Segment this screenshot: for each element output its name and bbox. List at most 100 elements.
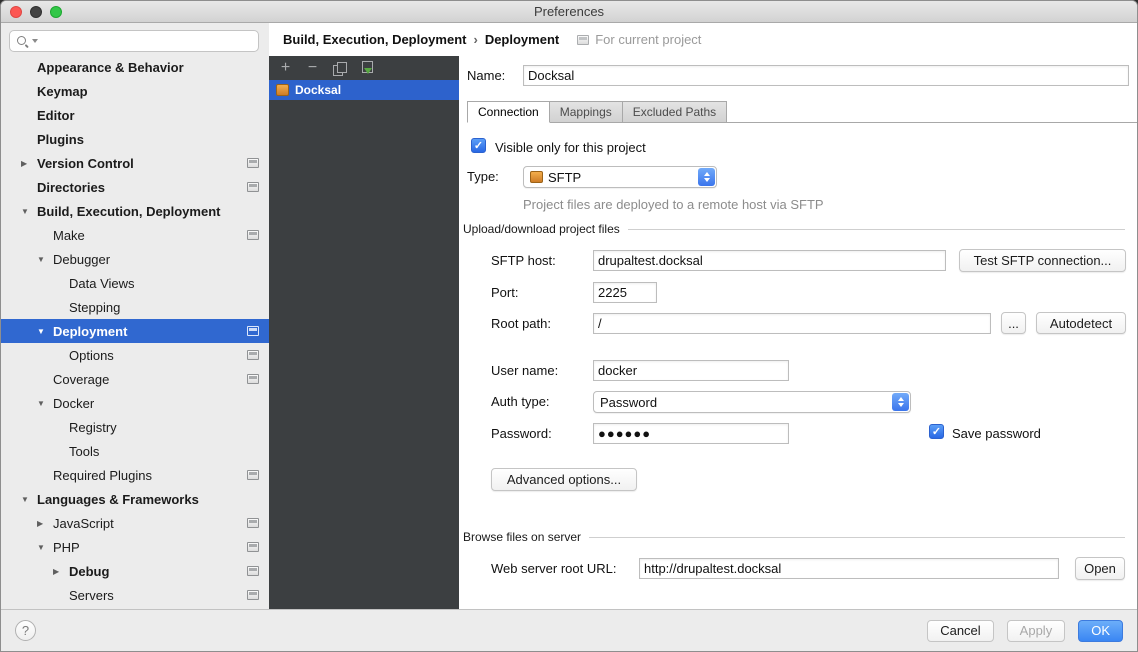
chevron-right-icon[interactable]	[21, 159, 37, 168]
scope-indicator: For current project	[577, 32, 701, 47]
remove-server-button[interactable]: −	[304, 60, 321, 77]
user-name-input[interactable]	[593, 360, 789, 381]
tab-excluded-paths[interactable]: Excluded Paths	[623, 101, 727, 123]
sftp-host-input[interactable]	[593, 250, 946, 271]
sidebar-item-php[interactable]: PHP	[1, 535, 269, 559]
sidebar-item-version-control[interactable]: Version Control	[1, 151, 269, 175]
sidebar-item-required-plugins[interactable]: Required Plugins	[1, 463, 269, 487]
tab-connection[interactable]: Connection	[467, 101, 550, 123]
dropdown-stepper-icon	[698, 168, 715, 186]
password-input[interactable]	[593, 423, 789, 444]
sftp-server-icon	[276, 84, 289, 96]
deployment-form: Name: Connection Mappings Excluded Paths…	[459, 56, 1137, 609]
sidebar-item-deployment[interactable]: Deployment	[1, 319, 269, 343]
titlebar: Preferences	[1, 1, 1137, 23]
section-upload-download: Upload/download project files	[463, 222, 1125, 236]
add-server-button[interactable]: +	[277, 60, 294, 77]
cancel-button[interactable]: Cancel	[927, 620, 993, 642]
copy-icon	[333, 62, 346, 75]
server-list-panel: + − Docksal	[269, 56, 459, 609]
per-project-icon	[247, 590, 259, 600]
type-label: Type:	[467, 169, 499, 184]
plus-icon: +	[281, 61, 290, 75]
autodetect-button[interactable]: Autodetect	[1036, 312, 1126, 334]
sidebar-item-coverage[interactable]: Coverage	[1, 367, 269, 391]
per-project-icon	[247, 566, 259, 576]
save-password-label: Save password	[952, 426, 1041, 441]
sidebar-item-plugins[interactable]: Plugins	[1, 127, 269, 151]
help-button[interactable]: ?	[15, 620, 36, 641]
sidebar-item-registry[interactable]: Registry	[1, 415, 269, 439]
ok-button[interactable]: OK	[1078, 620, 1123, 642]
advanced-options-button[interactable]: Advanced options...	[491, 468, 637, 491]
per-project-icon	[247, 518, 259, 528]
sidebar-item-appearance-behavior[interactable]: Appearance & Behavior	[1, 55, 269, 79]
breadcrumb: Build, Execution, Deployment › Deploymen…	[269, 23, 1137, 56]
search-input[interactable]	[41, 34, 252, 49]
browse-root-button[interactable]: ...	[1001, 312, 1026, 334]
close-icon[interactable]	[10, 6, 22, 18]
sidebar-item-debug[interactable]: Debug	[1, 559, 269, 583]
tab-bar: Connection Mappings Excluded Paths	[467, 101, 727, 123]
sidebar-item-make[interactable]: Make	[1, 223, 269, 247]
web-root-input[interactable]	[639, 558, 1059, 579]
apply-button[interactable]: Apply	[1007, 620, 1066, 642]
chevron-right-icon[interactable]	[53, 567, 69, 576]
visible-project-checkbox[interactable]	[471, 138, 486, 153]
name-input[interactable]	[523, 65, 1129, 86]
chevron-down-icon[interactable]	[21, 495, 37, 504]
port-input[interactable]	[593, 282, 657, 303]
breadcrumb-segment-deployment[interactable]: Deployment	[485, 32, 559, 47]
sidebar-item-javascript[interactable]: JavaScript	[1, 511, 269, 535]
sidebar-item-docker[interactable]: Docker	[1, 391, 269, 415]
test-sftp-connection-button[interactable]: Test SFTP connection...	[959, 249, 1126, 272]
tab-mappings[interactable]: Mappings	[550, 101, 623, 123]
auth-type-select[interactable]: Password	[593, 391, 911, 413]
sidebar-item-keymap[interactable]: Keymap	[1, 79, 269, 103]
window-title: Preferences	[1, 1, 1137, 22]
per-project-icon	[247, 326, 259, 336]
root-path-input[interactable]	[593, 313, 991, 334]
sidebar-item-stepping[interactable]: Stepping	[1, 295, 269, 319]
paste-icon	[360, 61, 374, 75]
footer-bar: ? Cancel Apply OK	[1, 609, 1137, 651]
minus-icon: −	[308, 62, 317, 74]
per-project-icon	[247, 470, 259, 480]
sidebar-item-build-execution-deployment[interactable]: Build, Execution, Deployment	[1, 199, 269, 223]
chevron-down-icon[interactable]	[37, 327, 53, 336]
sftp-icon	[530, 171, 543, 183]
breadcrumb-segment-build-execution-deployment[interactable]: Build, Execution, Deployment	[283, 32, 466, 47]
section-browse-files: Browse files on server	[463, 530, 1125, 544]
sidebar-item-debugger[interactable]: Debugger	[1, 247, 269, 271]
sidebar-item-directories[interactable]: Directories	[1, 175, 269, 199]
server-list-item[interactable]: Docksal	[269, 80, 459, 100]
sidebar-item-editor[interactable]: Editor	[1, 103, 269, 127]
sidebar-item-data-views[interactable]: Data Views	[1, 271, 269, 295]
chevron-down-icon[interactable]	[37, 255, 53, 264]
open-button[interactable]: Open	[1075, 557, 1125, 580]
chevron-right-icon[interactable]	[37, 519, 53, 528]
sidebar-item-languages-frameworks[interactable]: Languages & Frameworks	[1, 487, 269, 511]
server-name: Docksal	[295, 83, 341, 97]
chevron-down-icon[interactable]	[37, 399, 53, 408]
type-select[interactable]: SFTP	[523, 166, 717, 188]
name-label: Name:	[467, 68, 505, 83]
scope-label: For current project	[595, 32, 701, 47]
save-password-checkbox[interactable]	[929, 424, 944, 439]
settings-search-box[interactable]	[9, 30, 259, 52]
sidebar-item-options[interactable]: Options	[1, 343, 269, 367]
chevron-down-icon[interactable]	[37, 543, 53, 552]
per-project-icon	[247, 182, 259, 192]
type-help-text: Project files are deployed to a remote h…	[523, 197, 824, 212]
zoom-icon[interactable]	[50, 6, 62, 18]
copy-server-button[interactable]	[331, 60, 348, 77]
password-label: Password:	[491, 426, 552, 441]
minimize-icon[interactable]	[30, 6, 42, 18]
section-divider	[628, 229, 1125, 230]
chevron-down-icon[interactable]	[21, 207, 37, 216]
sidebar-item-servers[interactable]: Servers	[1, 583, 269, 607]
import-server-button[interactable]	[358, 60, 375, 77]
per-project-icon	[247, 158, 259, 168]
search-caret-icon	[32, 39, 38, 43]
sidebar-item-tools[interactable]: Tools	[1, 439, 269, 463]
